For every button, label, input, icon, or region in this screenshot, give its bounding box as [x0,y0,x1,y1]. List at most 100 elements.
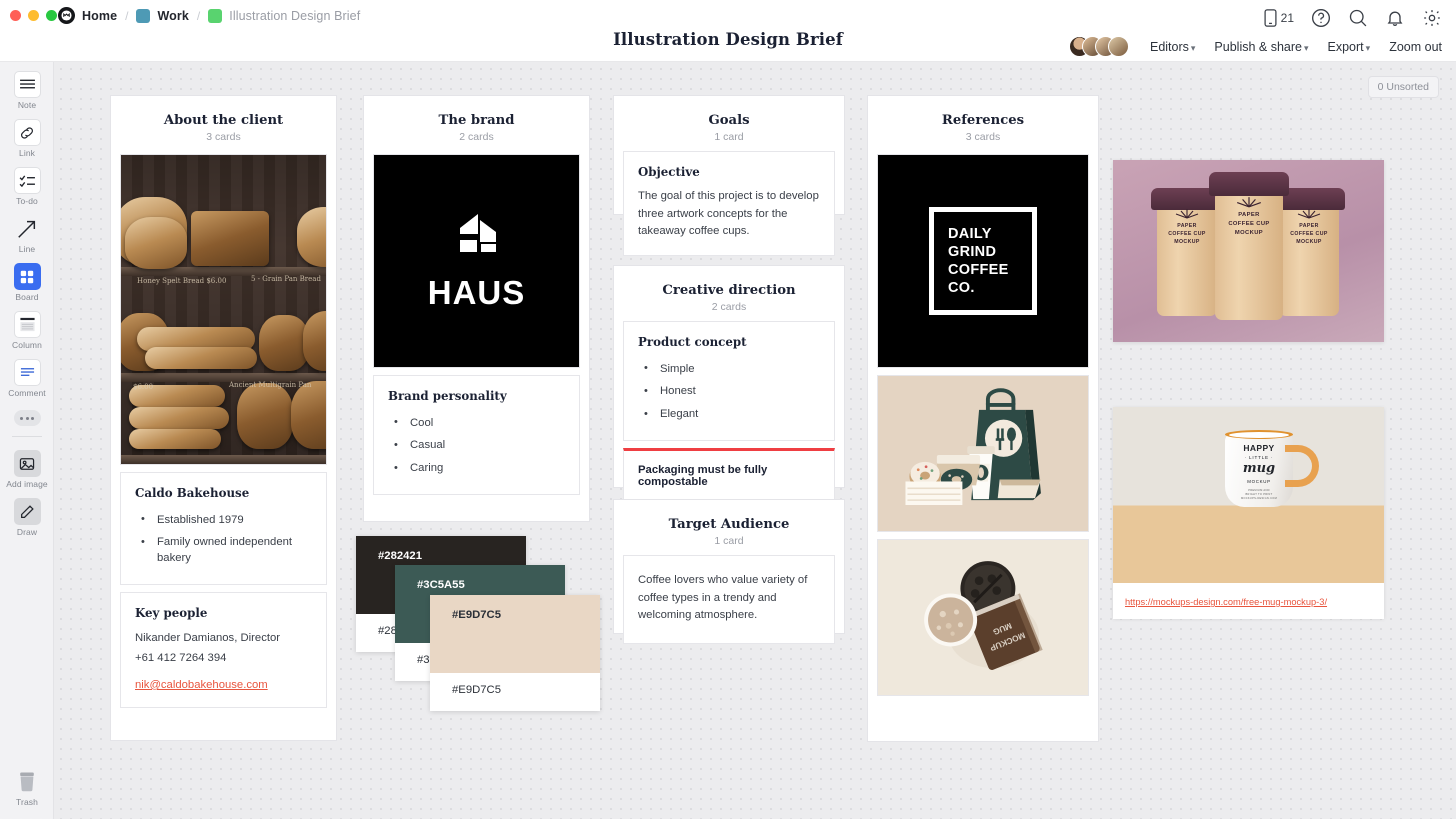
key-people-card[interactable]: Key people Nikander Damianos, Director +… [120,592,327,708]
close-window-button[interactable] [10,10,21,21]
cup-sunburst-icon [1297,208,1321,219]
tool-link[interactable]: Link [0,110,54,158]
cup-line: PAPER [1177,222,1197,229]
tool-more[interactable] [0,398,54,426]
tool-column-label: Column [12,340,42,350]
client-bullets: Established 1979 Family owned independen… [135,509,312,570]
tool-column[interactable]: Column [0,302,54,350]
unsorted-badge[interactable]: 0 Unsorted [1367,76,1439,98]
tool-link-label: Link [19,148,35,158]
editors-label: Editors [1149,39,1189,54]
column-target-audience[interactable]: Target Audience 1 card Coffee lovers who… [613,499,845,644]
bakery-photo-card[interactable]: Honey Spelt Bread $6.00 5 - Grain Pan Br… [120,154,327,465]
tool-note[interactable]: Note [0,62,54,110]
color-swatch-cream[interactable]: #E9D7C5 #E9D7C5 [430,595,600,711]
teal-square-icon [136,8,151,23]
takeaway-illustration-card[interactable] [877,375,1089,532]
target-audience-card[interactable]: Coffee lovers who value variety of coffe… [623,555,835,644]
export-menu[interactable]: Export ▾ [1328,40,1371,54]
mug-mockup-art: MUG MOCKUP [878,541,1088,694]
takeaway-packaging-illustration [878,376,1088,531]
column-references[interactable]: References 3 cards DAILY GRIND COFFEE CO… [867,95,1099,742]
breadcrumb-item-work[interactable]: Work [157,9,188,23]
publish-share-menu[interactable]: Publish & share ▾ [1214,40,1308,54]
column-header: Goals 1 card [614,96,844,151]
brand-personality-card[interactable]: Brand personality Cool Casual Caring [373,375,580,496]
happy-little-mug-mockup-card[interactable]: HAPPY · LITTLE · mug MOCKUP PREMIUM AND B… [1113,407,1384,619]
top-bar: Home / Work / Illustration Design Brief … [0,0,1456,62]
list-item: Family owned independent bakery [135,532,312,571]
color-swatch-label: #E9D7C5 [452,684,501,696]
product-concept-card[interactable]: Product concept Simple Honest Elegant [623,321,835,442]
tool-comment[interactable]: Comment [0,350,54,398]
milanote-logo-icon[interactable] [58,7,75,24]
minimize-window-button[interactable] [28,10,39,21]
column-about-the-client[interactable]: About the client 3 cards Honey Spelt Bre… [110,95,337,741]
card-body: The goal of this project is to develop t… [638,190,819,237]
top-bar-icon-group: 21 [1264,8,1442,28]
column-header: Target Audience 1 card [614,500,844,555]
export-label: Export [1327,39,1364,54]
column-header: Creative direction 2 cards [614,266,844,321]
column-card-count: 2 cards [711,301,747,313]
board-canvas[interactable]: 0 Unsorted About the client 3 cards Hone… [54,62,1456,819]
column-card-count: 3 cards [206,131,241,143]
color-swatch-fill: #E9D7C5 [430,595,600,673]
haus-wordmark: HAUS [427,274,526,311]
contact-name: Nikander Damianos, Director [135,632,281,645]
daily-grind-frame: DAILY GRIND COFFEE CO. [929,206,1037,316]
card-heading: Brand personality [388,389,507,403]
column-title: Goals [708,113,750,128]
card-heading: Product concept [638,335,747,349]
bell-icon[interactable] [1385,8,1405,28]
column-goals[interactable]: Goals 1 card Objective The goal of this … [613,95,845,256]
column-card-count: 1 card [714,131,744,143]
list-item: Simple [638,358,820,381]
column-header: The brand 2 cards [364,96,589,154]
haus-logo-card[interactable]: HAUS [373,154,580,368]
tool-add-image[interactable]: Add image [0,441,54,489]
breadcrumb-separator: / [125,8,129,23]
packaging-requirement-card[interactable]: Packaging must be fully compostable [623,448,835,503]
paper-coffee-cup-mockup-card[interactable]: PAPER COFFEE CUP MOCKUP PAPER COFFEE CUP… [1113,160,1384,342]
list-item: Casual [388,435,565,458]
editor-avatars[interactable] [1068,36,1129,57]
column-title: The brand [438,113,515,128]
avatar [1107,36,1129,57]
editors-menu[interactable]: Editors ▾ [1150,40,1195,54]
column-icon [13,311,41,338]
tool-todo[interactable]: To-do [0,158,54,206]
column-title: References [941,113,1025,128]
maximize-window-button[interactable] [46,10,57,21]
objective-card[interactable]: Objective The goal of this project is to… [623,151,835,256]
tool-board[interactable]: Board [0,254,54,302]
mug-mockup-card[interactable]: MUG MOCKUP [877,539,1089,696]
gear-icon[interactable] [1422,8,1442,28]
board-icon [13,263,41,290]
card-heading: Objective [638,165,700,179]
mug-mockup-link[interactable]: https://mockups-design.com/free-mug-mock… [1125,597,1327,607]
mug-rim-inner [1229,432,1289,438]
chevron-down-icon: ▾ [1365,42,1371,53]
column-the-brand[interactable]: The brand 2 cards HAUS Brand personality… [363,95,590,522]
client-info-card[interactable]: Caldo Bakehouse Established 1979 Family … [120,472,327,586]
tool-line[interactable]: Line [0,206,54,254]
zoom-out-button[interactable]: Zoom out [1389,40,1442,54]
daily-grind-logo-card[interactable]: DAILY GRIND COFFEE CO. [877,154,1089,368]
column-creative-direction[interactable]: Creative direction 2 cards Product conce… [613,265,845,503]
toolbar-divider [11,436,42,437]
help-icon[interactable] [1311,8,1331,28]
comment-icon [13,359,41,386]
tool-draw[interactable]: Draw [0,489,54,537]
left-toolbar: Note Link To-do Line Board Column Commen… [0,62,54,819]
daily-grind-logo: DAILY GRIND COFFEE CO. [878,155,1088,367]
column-title: Target Audience [668,517,790,532]
tool-trash[interactable]: Trash [0,759,54,807]
breadcrumb-item-current[interactable]: Illustration Design Brief [229,9,360,23]
contact-email-link[interactable]: nik@caldobakehouse.com [135,679,268,691]
list-item: Cool [388,412,565,435]
search-icon[interactable] [1348,8,1368,28]
device-counter[interactable]: 21 [1264,9,1294,27]
breadcrumb-item-home[interactable]: Home [82,9,117,23]
cup-line: PAPER [1238,212,1260,219]
